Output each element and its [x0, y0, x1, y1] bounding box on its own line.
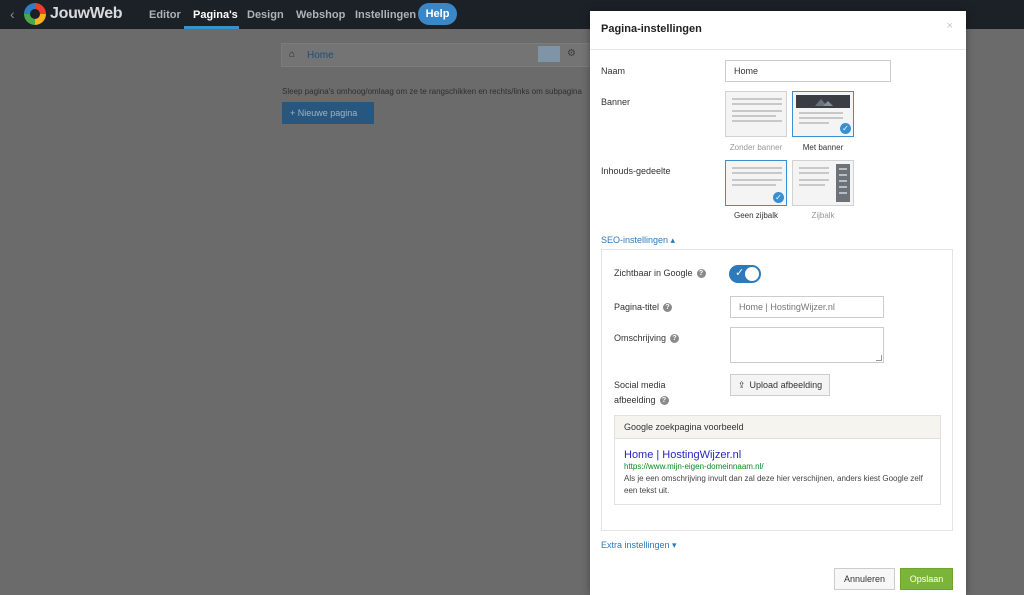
google-visible-label: Zichtbaar in Google?: [614, 268, 706, 279]
content-area-label: Inhouds-gedeelte: [601, 166, 671, 176]
upload-image-button[interactable]: ⇪ Upload afbeelding: [730, 374, 831, 396]
checkmark-icon: ✓: [735, 267, 745, 279]
description-textarea[interactable]: [730, 327, 884, 363]
help-icon[interactable]: ?: [659, 396, 669, 406]
nav-editor[interactable]: Editor: [149, 9, 181, 21]
logo-icon: [24, 3, 46, 25]
nav-instellingen[interactable]: Instellingen: [355, 9, 416, 21]
modal-title: Pagina-instellingen: [601, 23, 702, 35]
back-arrow-icon[interactable]: ‹: [10, 7, 20, 21]
banner-option-with-banner-caption: Met banner: [802, 143, 844, 152]
gear-icon[interactable]: ⚙: [567, 48, 576, 59]
google-preview-url: https://www.mijn-eigen-domeinnaam.nl/: [624, 462, 764, 471]
home-icon: ⌂: [289, 49, 296, 60]
checkmark-icon: ✓: [773, 192, 784, 203]
edit-icon[interactable]: [538, 46, 560, 62]
active-nav-indicator: [184, 26, 239, 29]
seo-settings-toggle[interactable]: SEO-instellingen ▴: [601, 235, 675, 246]
page-title-input[interactable]: [730, 296, 884, 318]
help-icon[interactable]: ?: [670, 334, 680, 344]
page-tree-hint: Sleep pagina's omhoog/omlaag om ze te ra…: [282, 87, 582, 96]
nav-design[interactable]: Design: [247, 9, 284, 21]
google-preview-box: Google zoekpagina voorbeeld Home | Hosti…: [614, 415, 941, 505]
help-icon[interactable]: ?: [663, 303, 673, 313]
page-settings-modal: Pagina-instellingen × Naam Banner Zonder…: [590, 11, 966, 595]
extra-settings-toggle[interactable]: Extra instellingen ▾: [601, 540, 677, 551]
close-icon[interactable]: ×: [947, 20, 953, 32]
naam-input[interactable]: [725, 60, 891, 82]
social-media-image-label: Social media afbeelding?: [614, 378, 669, 408]
banner-option-with-banner[interactable]: ✓: [792, 91, 854, 137]
google-preview-title: Home | HostingWijzer.nl: [624, 449, 742, 461]
google-preview-header: Google zoekpagina voorbeeld: [615, 416, 940, 439]
help-icon[interactable]: ?: [696, 269, 706, 279]
naam-label: Naam: [601, 66, 626, 76]
content-option-sidebar[interactable]: [792, 160, 854, 206]
help-button[interactable]: Help: [418, 3, 457, 25]
logo-text[interactable]: JouwWeb: [50, 5, 123, 23]
content-option-sidebar-caption: Zijbalk: [811, 211, 835, 220]
upload-icon: ⇪: [738, 380, 746, 390]
banner-option-none[interactable]: [725, 91, 787, 137]
nav-webshop[interactable]: Webshop: [296, 9, 345, 21]
description-label: Omschrijving?: [614, 333, 680, 344]
google-preview-description: Als je een omschrijving invult dan zal d…: [624, 474, 923, 495]
banner-label: Banner: [601, 97, 631, 107]
google-visible-toggle[interactable]: ✓: [729, 265, 761, 283]
resize-handle[interactable]: [876, 355, 882, 361]
new-page-button[interactable]: + Nieuwe pagina: [282, 102, 374, 124]
seo-settings-panel: Zichtbaar in Google? ✓ Pagina-titel? Oms…: [601, 249, 953, 531]
nav-paginas[interactable]: Pagina's: [193, 9, 238, 21]
cancel-button[interactable]: Annuleren: [834, 568, 895, 590]
checkmark-icon: ✓: [840, 123, 851, 134]
content-option-no-sidebar-caption: Geen zijbalk: [733, 211, 779, 220]
banner-option-none-caption: Zonder banner: [729, 143, 783, 152]
save-button[interactable]: Opslaan: [900, 568, 953, 590]
page-tree-home-label[interactable]: Home: [307, 50, 334, 61]
modal-header-divider: [590, 49, 966, 50]
content-option-no-sidebar[interactable]: ✓: [725, 160, 787, 206]
page-title-label: Pagina-titel?: [614, 302, 673, 313]
